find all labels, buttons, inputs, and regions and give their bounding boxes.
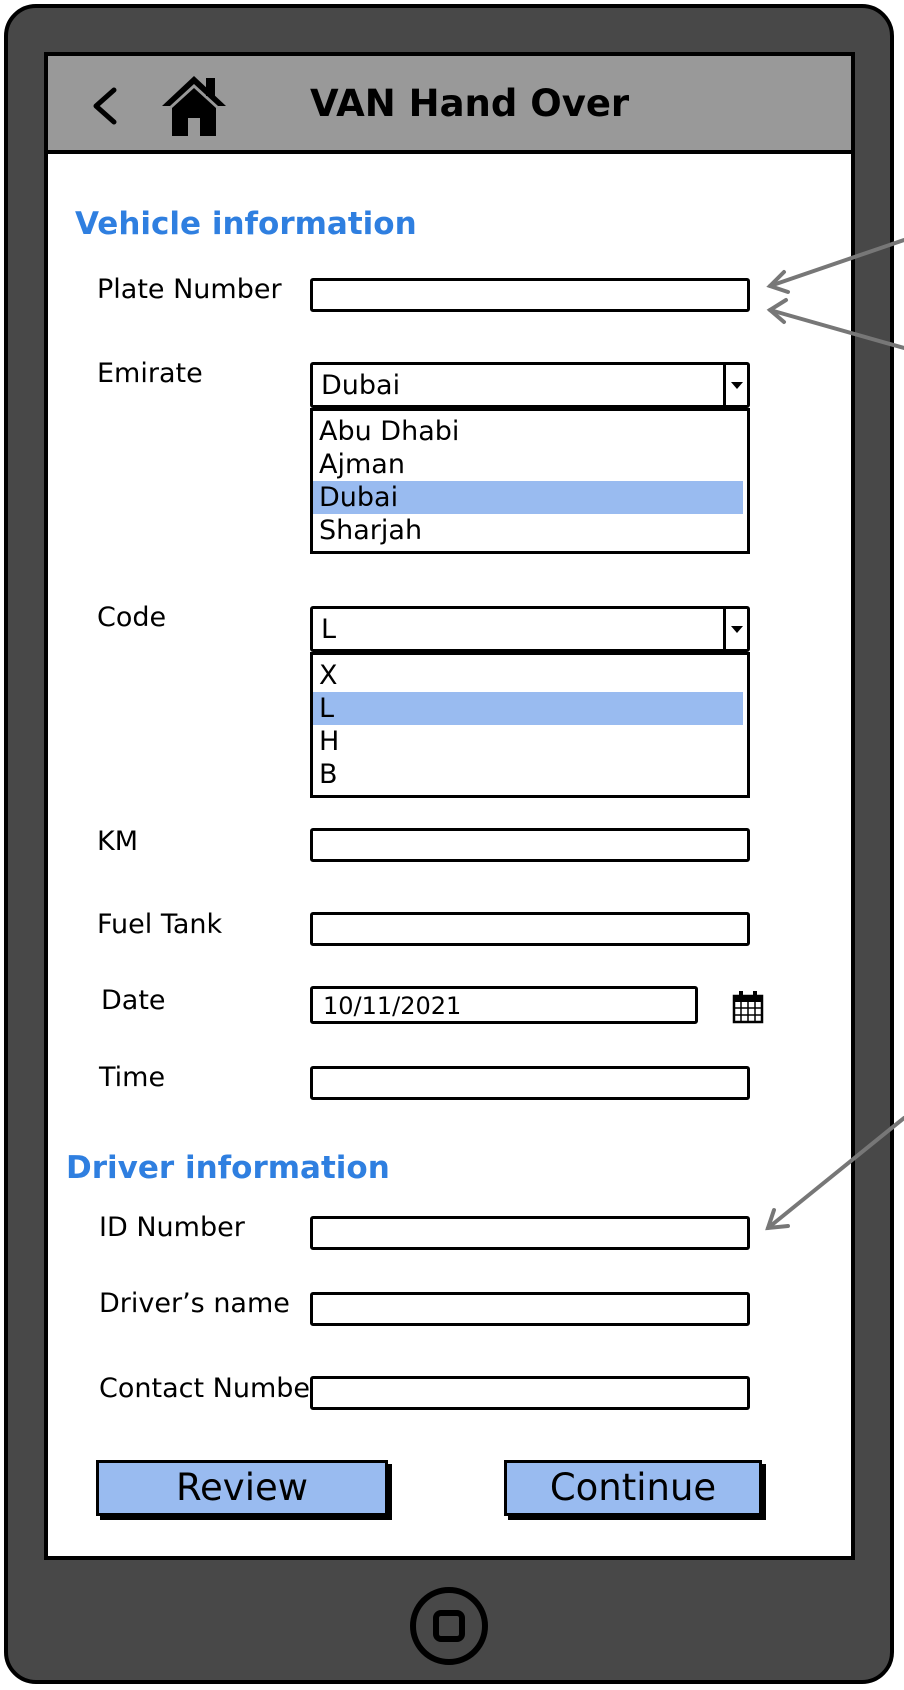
code-option[interactable]: B (313, 758, 743, 791)
contact-number-field[interactable] (310, 1376, 750, 1410)
date-label: Date (101, 985, 166, 1016)
calendar-icon[interactable] (732, 990, 764, 1024)
emirate-option[interactable]: Sharjah (313, 514, 743, 547)
plate-number-label: Plate Number (97, 274, 282, 305)
device-home-button-inner (433, 1610, 465, 1642)
emirate-option[interactable]: Ajman (313, 448, 743, 481)
id-number-field[interactable] (310, 1216, 750, 1250)
device-home-button[interactable] (410, 1587, 488, 1665)
id-number-label: ID Number (99, 1212, 245, 1243)
code-option[interactable]: H (313, 725, 743, 758)
contact-number-label: Contact Number (99, 1373, 322, 1404)
plate-number-field[interactable] (310, 278, 750, 312)
km-field[interactable] (310, 828, 750, 862)
review-button[interactable]: Review (96, 1460, 388, 1516)
driver-name-field[interactable] (310, 1292, 750, 1326)
date-field[interactable]: 10/11/2021 (310, 986, 698, 1024)
emirate-option[interactable]: Abu Dhabi (313, 415, 743, 448)
emirate-listbox: Abu Dhabi Ajman Dubai Sharjah (310, 408, 750, 554)
chevron-down-icon[interactable] (723, 365, 747, 405)
emirate-select[interactable]: Dubai (310, 362, 750, 408)
home-icon[interactable] (160, 74, 228, 138)
driver-name-label: Driver’s name (99, 1288, 290, 1319)
chevron-down-icon[interactable] (723, 609, 747, 649)
page-title: VAN Hand Over (310, 82, 630, 125)
km-label: KM (97, 826, 139, 857)
time-label: Time (99, 1062, 166, 1093)
screen: VAN Hand Over Vehicle information Plate … (44, 52, 855, 1560)
code-selected-value: L (321, 614, 337, 645)
continue-button[interactable]: Continue (504, 1460, 762, 1516)
emirate-selected-value: Dubai (321, 370, 401, 401)
code-option-selected[interactable]: L (313, 692, 743, 725)
app-header: VAN Hand Over (48, 56, 851, 154)
time-field[interactable] (310, 1066, 750, 1100)
code-select[interactable]: L (310, 606, 750, 652)
vehicle-section-title: Vehicle information (75, 206, 417, 242)
fuel-tank-field[interactable] (310, 912, 750, 946)
driver-section-title: Driver information (66, 1150, 390, 1186)
fuel-tank-label: Fuel Tank (97, 909, 223, 940)
chevron-left-icon[interactable] (88, 86, 128, 126)
code-listbox: X L H B (310, 652, 750, 798)
emirate-option-selected[interactable]: Dubai (313, 481, 743, 514)
code-label: Code (97, 602, 167, 633)
emirate-label: Emirate (97, 358, 203, 389)
code-option[interactable]: X (313, 659, 743, 692)
